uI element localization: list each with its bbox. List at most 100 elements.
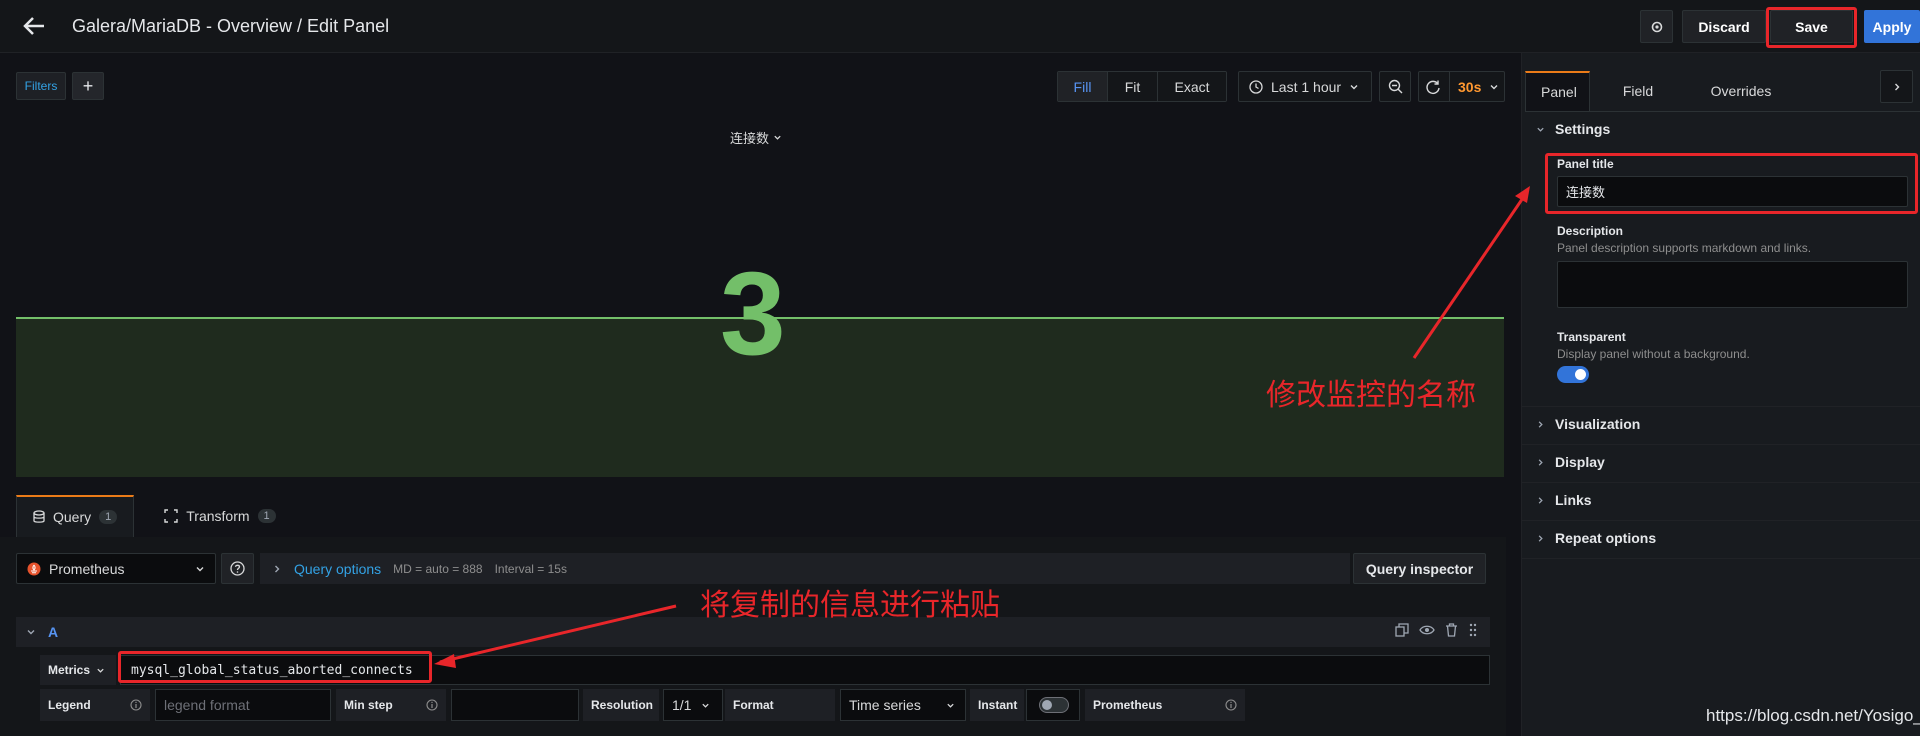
prometheus-label-text: Prometheus (1093, 698, 1163, 712)
description-hint: Panel description supports markdown and … (1557, 241, 1812, 255)
legend-placeholder: legend format (164, 697, 250, 713)
transparent-hint: Display panel without a background. (1557, 347, 1750, 361)
fill-option[interactable]: Fill (1058, 72, 1108, 101)
clock-icon (1249, 79, 1263, 94)
panel-settings-button[interactable] (1640, 10, 1673, 43)
query-inspector-button[interactable]: Query inspector (1353, 553, 1486, 584)
min-step-input[interactable] (451, 689, 579, 721)
info-circle-icon (426, 699, 438, 711)
links-section-header[interactable]: Links (1536, 492, 1592, 508)
fit-option[interactable]: Fit (1108, 72, 1158, 101)
chevron-down-icon (1350, 84, 1358, 89)
transform-icon (164, 509, 178, 523)
settings-divider (1521, 406, 1920, 407)
info-circle-icon (130, 699, 142, 711)
legend-format-input[interactable]: legend format (155, 689, 331, 721)
refresh-button[interactable]: 30s (1418, 71, 1505, 102)
instant-label-text: Instant (978, 698, 1018, 712)
links-divider (1521, 520, 1920, 521)
panel-title-text: 连接数 (730, 131, 770, 146)
discard-button[interactable]: Discard (1682, 10, 1766, 43)
repeat-options-divider (1521, 558, 1920, 559)
panel-title-input[interactable]: 连接数 (1557, 176, 1908, 207)
transform-count-badge: 1 (257, 509, 276, 523)
time-range-picker[interactable]: Last 1 hour (1238, 71, 1372, 102)
drag-handle-icon[interactable] (1468, 623, 1478, 637)
settings-section-title: Settings (1555, 121, 1611, 137)
watermark: https://blog.csdn.net/Yosigo_ (1706, 706, 1920, 725)
settings-section-header[interactable]: Settings (1536, 121, 1610, 137)
display-section-header[interactable]: Display (1536, 454, 1605, 470)
transparent-label: Transparent (1557, 330, 1626, 344)
panel-title-label: Panel title (1557, 157, 1614, 171)
datasource-picker[interactable]: Prometheus (16, 553, 216, 584)
fill-mode-group: Fill Fit Exact (1057, 71, 1227, 102)
collapse-options-button[interactable] (1880, 70, 1913, 103)
chevron-down-icon (27, 630, 35, 635)
description-label: Description (1557, 224, 1624, 238)
prometheus-icon (27, 562, 41, 575)
transparent-toggle[interactable] (1557, 366, 1589, 383)
query-options-label: Query options (294, 560, 382, 577)
chevron-right-icon (1894, 83, 1899, 90)
apply-button[interactable]: Apply (1864, 10, 1920, 43)
tab-query[interactable]: Query 1 (16, 495, 135, 537)
chevron-down-icon (196, 566, 204, 571)
datasource-help-button[interactable] (221, 553, 254, 584)
tab-overrides[interactable]: Overrides (1686, 71, 1796, 111)
add-filter-button[interactable]: + (72, 72, 104, 100)
question-circle-icon (230, 561, 245, 576)
options-tabs-divider (1525, 111, 1920, 112)
database-icon (33, 510, 45, 523)
metrics-label: Metrics (48, 663, 91, 677)
tab-field[interactable]: Field (1590, 71, 1686, 111)
prometheus-info-label: Prometheus (1085, 689, 1245, 721)
top-bar: Galera/MariaDB - Overview / Edit Panel D… (0, 0, 1920, 53)
repeat-options-section-title: Repeat options (1555, 530, 1657, 546)
repeat-options-section-header[interactable]: Repeat options (1536, 530, 1656, 546)
legend-label: Legend (40, 689, 150, 721)
tab-panel[interactable]: Panel (1525, 71, 1590, 111)
format-value: Time series (849, 697, 921, 713)
legend-label-text: Legend (48, 698, 91, 712)
eye-icon[interactable] (1419, 623, 1435, 637)
filters-button[interactable]: Filters (16, 72, 66, 100)
instant-toggle-switch (1039, 697, 1069, 713)
options-pane (1521, 53, 1920, 736)
metrics-query-input[interactable]: mysql_global_status_aborted_connects (120, 655, 1490, 685)
page-title: Galera/MariaDB - Overview / Edit Panel (72, 16, 390, 36)
visualization-divider (1521, 444, 1920, 445)
visualization-section-title: Visualization (1555, 416, 1641, 432)
min-step-label: Min step (336, 689, 446, 721)
chevron-right-icon (1538, 420, 1543, 428)
refresh-interval: 30s (1458, 78, 1482, 95)
visualization-section-header[interactable]: Visualization (1536, 416, 1640, 432)
format-select[interactable]: Time series (840, 689, 966, 721)
info-circle-icon (1225, 699, 1237, 711)
min-step-label-text: Min step (344, 698, 393, 712)
chevron-down-icon (702, 703, 710, 708)
tab-transform-label: Transform (186, 508, 250, 524)
tab-transform[interactable]: Transform 1 (148, 495, 291, 537)
resolution-select[interactable]: 1/1 (663, 689, 723, 721)
query-row-actions (1395, 623, 1478, 637)
format-label: Format (725, 689, 835, 721)
description-textarea[interactable] (1557, 261, 1908, 308)
trash-icon[interactable] (1445, 623, 1458, 637)
links-section-title: Links (1555, 492, 1592, 508)
max-data-points-meta: MD = auto = 888 (393, 561, 483, 576)
panel-header-title[interactable]: 连接数 (730, 128, 782, 147)
metrics-dropdown[interactable]: Metrics (40, 655, 116, 685)
resolution-label-text: Resolution (591, 698, 653, 712)
rename-annotation: 修改监控的名称 (1266, 379, 1476, 412)
refresh-icon (1426, 80, 1440, 94)
save-button[interactable]: Save (1770, 10, 1853, 43)
back-button[interactable] (18, 12, 50, 40)
exact-option[interactable]: Exact (1158, 72, 1226, 101)
zoom-out-button[interactable] (1379, 71, 1411, 102)
resolution-value: 1/1 (672, 697, 692, 713)
copy-icon[interactable] (1395, 623, 1409, 637)
chevron-right-icon (1538, 496, 1543, 504)
instant-toggle[interactable] (1026, 689, 1080, 721)
chevron-right-icon (1538, 534, 1543, 542)
